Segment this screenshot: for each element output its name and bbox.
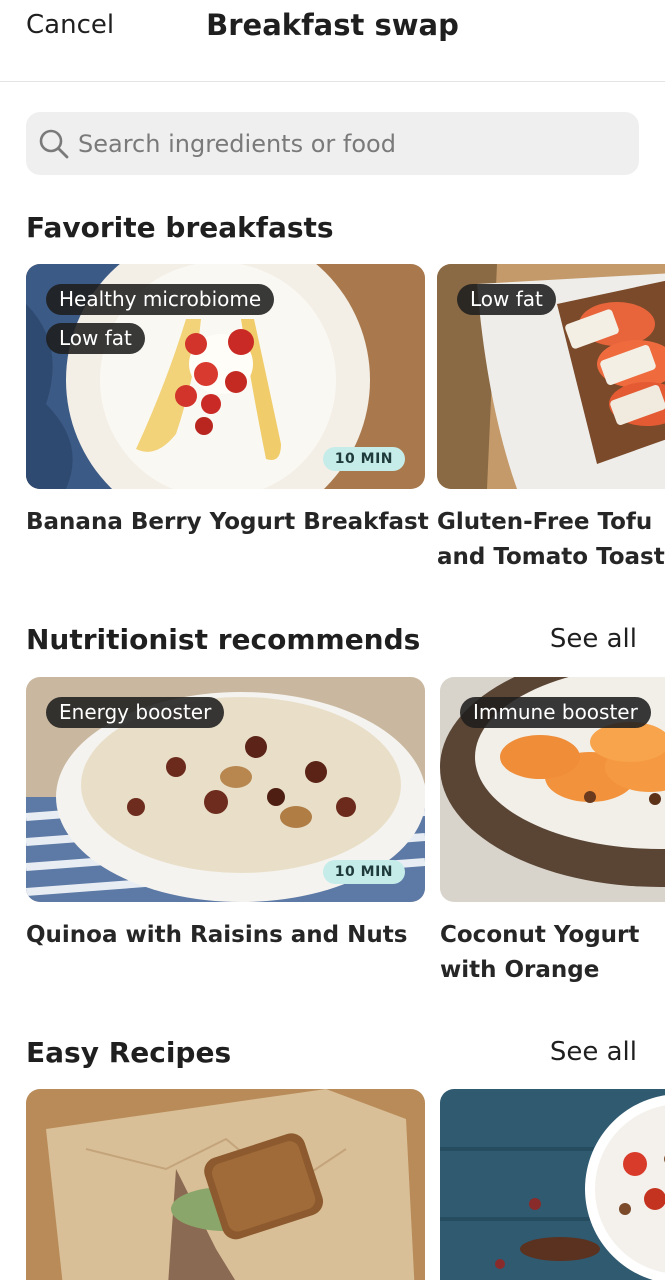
recipe-name: Gluten-Free Tofu and Tomato Toast — [437, 509, 665, 570]
recipe-name: Quinoa with Raisins and Nuts — [26, 922, 408, 948]
search-bar[interactable] — [26, 112, 639, 175]
card-tags: Immune booster — [460, 697, 651, 728]
card-tags: Low fat — [457, 284, 556, 315]
section-title-nutritionist-recommends: Nutritionist recommends — [26, 623, 421, 656]
see-all-link[interactable]: See all — [550, 1037, 637, 1067]
search-input[interactable] — [78, 112, 618, 175]
tag-badge: Healthy microbiome — [46, 284, 275, 315]
recipe-card-banana-berry[interactable]: Healthy microbiome Low fat 10 MIN Banana… — [26, 264, 429, 540]
recipe-card-quinoa[interactable]: Energy booster 10 MIN Quinoa with Raisin… — [26, 677, 425, 953]
screen: Cancel Breakfast swap Favorite breakfast… — [0, 0, 665, 1280]
recipe-image: Low fat — [437, 264, 665, 489]
recipe-card[interactable] — [440, 1089, 665, 1280]
time-badge: 10 MIN — [322, 447, 405, 471]
recipe-image: Immune booster — [440, 677, 665, 902]
tag-badge: Energy booster — [46, 697, 225, 728]
recipe-name: Coconut Yogurt with Orange — [440, 922, 640, 983]
recipe-image: Energy booster 10 MIN — [26, 677, 425, 902]
search-icon — [38, 128, 70, 160]
recipe-image: Healthy microbiome Low fat 10 MIN — [26, 264, 425, 489]
see-all-link[interactable]: See all — [550, 624, 637, 654]
recipe-card[interactable] — [26, 1089, 425, 1280]
nav-header: Cancel Breakfast swap — [0, 0, 665, 82]
tag-badge: Low fat — [46, 323, 145, 354]
card-tags: Energy booster — [46, 697, 225, 728]
recipe-image — [440, 1089, 665, 1280]
card-tags: Healthy microbiome Low fat — [46, 284, 275, 354]
recipe-card-tofu-toast[interactable]: Low fat Gluten-Free Tofu and Tomato Toas… — [437, 264, 665, 575]
recipe-image — [26, 1089, 425, 1280]
page-title: Breakfast swap — [206, 8, 459, 42]
time-badge: 10 MIN — [322, 860, 405, 884]
section-title-favorite-breakfasts: Favorite breakfasts — [26, 211, 334, 244]
tag-badge: Immune booster — [460, 697, 651, 728]
recipe-name: Banana Berry Yogurt Breakfast — [26, 509, 429, 535]
tag-badge: Low fat — [457, 284, 556, 315]
section-title-easy-recipes: Easy Recipes — [26, 1036, 232, 1069]
recipe-card-coconut-yogurt[interactable]: Immune booster Coconut Yogurt with Orang… — [440, 677, 665, 988]
